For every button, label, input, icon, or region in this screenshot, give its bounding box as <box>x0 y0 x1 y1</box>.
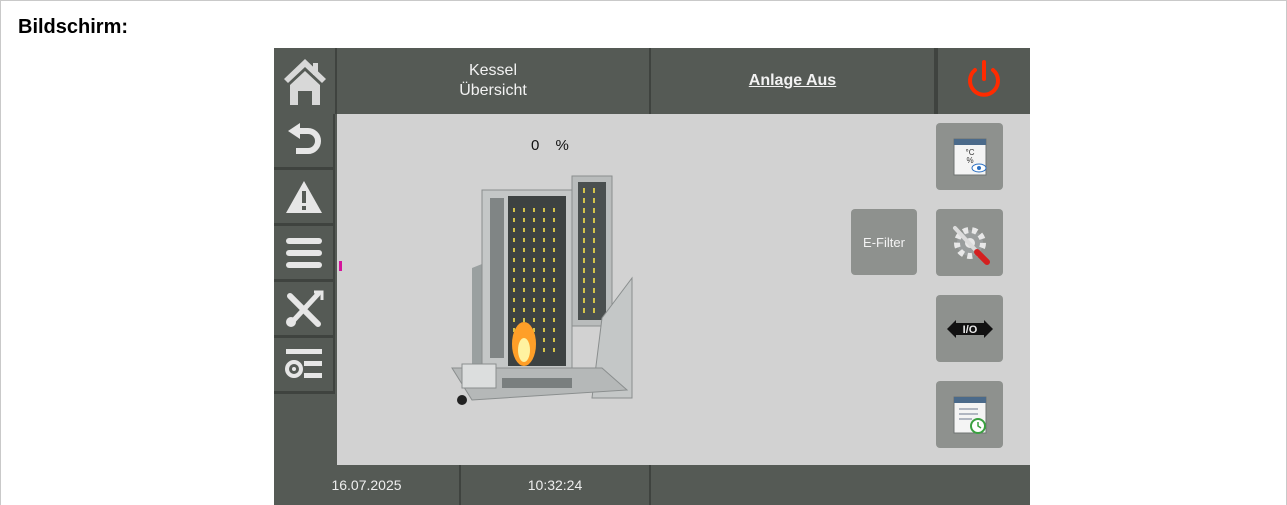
main-menu-button[interactable] <box>274 226 335 282</box>
output-percent: 0 % <box>531 137 569 154</box>
back-button[interactable] <box>274 114 335 170</box>
io-button[interactable]: I/O <box>936 295 1003 362</box>
schedule-button[interactable] <box>936 381 1003 448</box>
power-button[interactable] <box>936 48 1030 114</box>
temperature-view-icon: °C % <box>953 138 986 175</box>
footer-time: 10:32:24 <box>461 465 651 505</box>
io-label: I/O <box>962 324 977 336</box>
service-button[interactable] <box>274 282 335 338</box>
document-title: Bildschirm: <box>18 16 129 38</box>
settings-list-icon <box>284 348 322 378</box>
header-bar: Kessel Übersicht Anlage Aus <box>274 48 1030 114</box>
page-title: Kessel Übersicht <box>337 48 651 114</box>
home-icon <box>283 59 326 105</box>
service-settings-button[interactable] <box>936 209 1003 276</box>
footer-bar: 16.07.2025 10:32:24 <box>274 465 1030 505</box>
tools-icon <box>285 290 323 327</box>
back-arrow-icon <box>287 122 321 154</box>
svg-text:%: % <box>966 156 973 165</box>
service-settings-icon <box>952 225 990 265</box>
alarms-button[interactable] <box>274 170 335 226</box>
hmi-screen: Kessel Übersicht Anlage Aus 0 % E-Filter… <box>274 48 1030 505</box>
output-percent-value: 0 <box>531 137 540 154</box>
io-arrows-icon: I/O <box>946 319 993 338</box>
home-button[interactable] <box>274 48 337 114</box>
page-title-line2: Übersicht <box>459 82 527 99</box>
schedule-icon <box>953 396 986 434</box>
footer-date: 16.07.2025 <box>274 465 461 505</box>
e-filter-button[interactable]: E-Filter <box>851 209 917 275</box>
page-title-line1: Kessel <box>468 62 518 79</box>
system-status-link[interactable]: Anlage Aus <box>651 48 936 114</box>
boiler-image <box>451 175 633 405</box>
footer-message-area <box>651 465 1030 505</box>
settings-button[interactable] <box>274 338 335 394</box>
sidebar <box>274 114 337 465</box>
temperature-view-button[interactable]: °C % <box>936 123 1003 190</box>
output-percent-unit: % <box>555 137 569 154</box>
menu-icon <box>285 237 322 268</box>
selection-marker <box>339 261 342 271</box>
warning-icon <box>285 180 322 213</box>
power-icon <box>968 60 1000 97</box>
